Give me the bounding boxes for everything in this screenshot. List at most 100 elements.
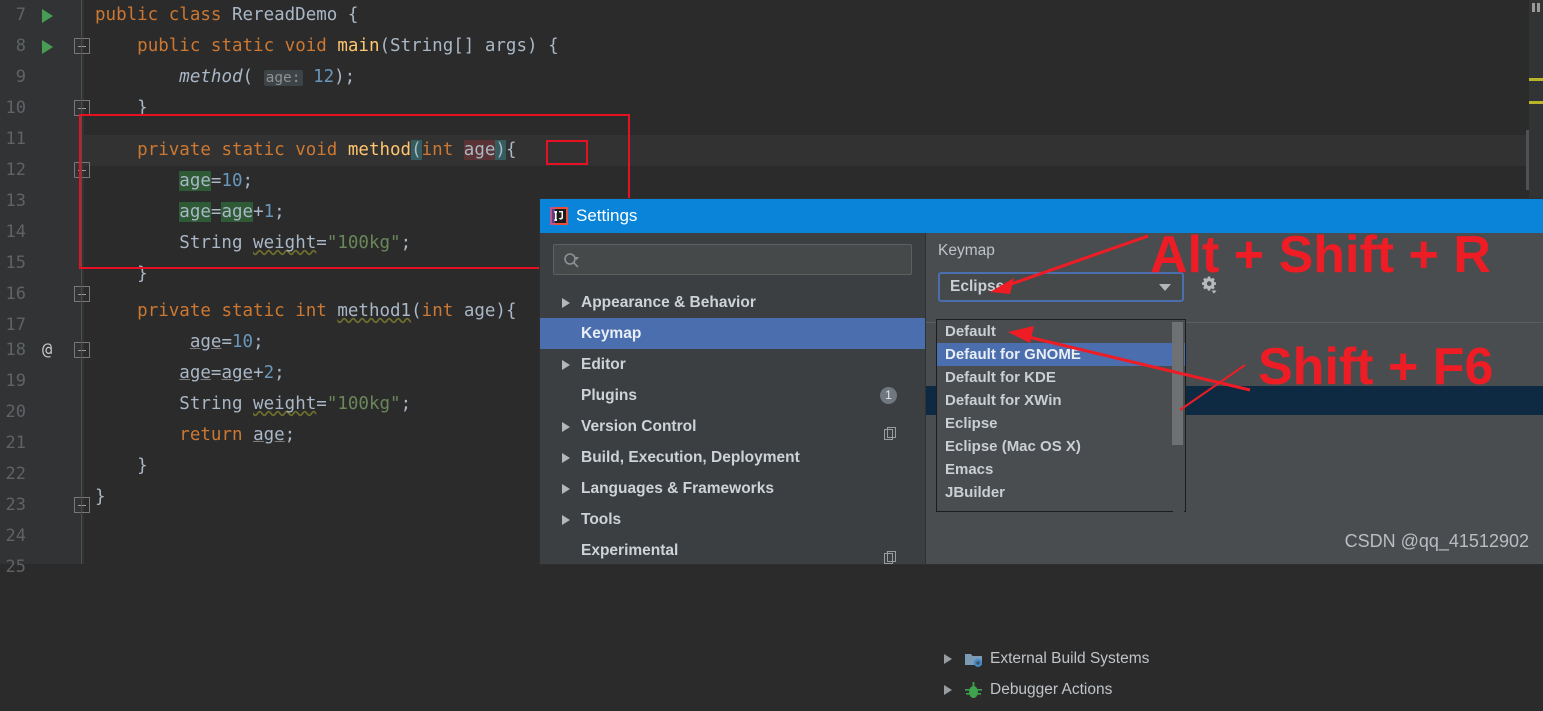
sidebar-item-version-control[interactable]: Version Control (540, 411, 925, 442)
sidebar-item-label: Languages & Frameworks (581, 480, 774, 497)
code-line-24: } (95, 487, 106, 507)
copy-settings-icon[interactable] (884, 544, 897, 564)
dropdown-option-emacs[interactable]: Emacs (937, 458, 1185, 481)
fold-expand-icon[interactable] (74, 38, 90, 54)
line-number: 23 (5, 495, 26, 515)
gutter-line-23[interactable]: 23 (0, 490, 90, 521)
settings-sidebar[interactable]: Appearance & Behavior Keymap Editor Plugins… (540, 233, 925, 564)
gutter-line-7[interactable]: 7 (0, 0, 84, 31)
line-number: 18 (5, 340, 26, 360)
gutter-line-18[interactable]: 18 @ (0, 335, 90, 366)
action-group-debugger-actions[interactable]: Debugger Actions (926, 674, 1543, 705)
sidebar-item-plugins[interactable]: Plugins 1 (540, 380, 925, 411)
dialog-title: Settings (576, 206, 638, 225)
run-gutter-icon[interactable] (42, 40, 53, 54)
search-input[interactable] (588, 245, 902, 276)
gutter-line-13[interactable]: 13 (0, 186, 84, 217)
dropdown-options[interactable]: Default Default for GNOME Default for KDE D… (937, 320, 1185, 504)
gutter-line-19[interactable]: 19 (0, 366, 84, 397)
chevron-right-icon[interactable] (562, 298, 570, 308)
scroll-markers-icon (1530, 3, 1542, 12)
chevron-right-icon[interactable] (562, 360, 570, 370)
dropdown-option-eclipse-mac-os-x[interactable]: Eclipse (Mac OS X) (937, 435, 1185, 458)
fold-rail (81, 0, 82, 564)
code-line-22: return age; (179, 425, 296, 445)
dropdown-scrollbar-track[interactable] (1172, 321, 1184, 512)
line-number: 21 (5, 433, 26, 453)
ide-screenshot-root: 7 8 9 10 11 12 13 14 15 16 17 18 @19 20 21 22 23 24 25 pub… (0, 0, 1543, 698)
dropdown-option-default[interactable]: Default (937, 320, 1185, 343)
gutter-line-22[interactable]: 22 (0, 459, 84, 490)
sidebar-item-label: Version Control (581, 418, 697, 435)
keymap-heading: Keymap (938, 242, 995, 259)
dropdown-option-jbuilder[interactable]: JBuilder (937, 481, 1185, 504)
line-number: 20 (5, 402, 26, 422)
search-icon (563, 252, 580, 269)
warning-marker[interactable] (1529, 78, 1543, 81)
chevron-right-icon[interactable] (562, 515, 570, 525)
dropdown-option-default-for-xwin[interactable]: Default for XWin (937, 389, 1185, 412)
plugin-update-badge: 1 (880, 387, 897, 404)
action-group-external-build-systems[interactable]: External Build Systems (926, 643, 1543, 674)
keymap-dropdown-list[interactable]: Default Default for GNOME Default for KDE D… (936, 319, 1186, 512)
gutter-line-24[interactable]: 24 (0, 521, 84, 552)
fold-collapse-icon[interactable] (74, 497, 90, 513)
keymap-combobox-value: Eclipse (950, 278, 1005, 295)
copy-settings-icon[interactable] (884, 420, 897, 440)
gutter-line-20[interactable]: 20 (0, 397, 84, 428)
dropdown-option-default-for-kde[interactable]: Default for KDE (937, 366, 1185, 389)
settings-search-box[interactable] (553, 244, 912, 276)
line-number: 14 (5, 222, 26, 242)
line-number: 8 (15, 36, 26, 56)
fold-collapse-icon[interactable] (74, 286, 90, 302)
settings-category-tree[interactable]: Appearance & Behavior Keymap Editor Plugins… (540, 287, 925, 566)
sidebar-item-build-execution-deployment[interactable]: Build, Execution, Deployment (540, 442, 925, 473)
keymap-combobox[interactable]: Eclipse (938, 272, 1184, 302)
watermark: CSDN @qq_41512902 (1344, 531, 1529, 551)
fold-expand-icon[interactable] (74, 342, 90, 358)
run-gutter-icon[interactable] (42, 9, 53, 23)
override-marker-icon[interactable]: @ (42, 335, 52, 366)
line-number: 25 (5, 557, 26, 577)
warning-marker[interactable] (1529, 101, 1543, 104)
gutter-line-15[interactable]: 15 (0, 248, 84, 279)
sidebar-item-appearance-behavior[interactable]: Appearance & Behavior (540, 287, 925, 318)
line-number: 24 (5, 526, 26, 546)
gutter-line-25[interactable]: 25 (0, 552, 84, 583)
gutter-line-14[interactable]: 14 (0, 217, 84, 248)
vertical-scrollbar-thumb[interactable] (1526, 130, 1529, 190)
action-group-label: External Build Systems (990, 650, 1150, 667)
dropdown-option-default-for-gnome[interactable]: Default for GNOME (937, 343, 1185, 366)
sidebar-item-languages-frameworks[interactable]: Languages & Frameworks (540, 473, 925, 504)
chevron-right-icon[interactable] (562, 422, 570, 432)
chevron-right-icon[interactable] (562, 484, 570, 494)
line-number: 16 (5, 284, 26, 304)
sidebar-item-tools[interactable]: Tools (540, 504, 925, 535)
sidebar-item-experimental[interactable]: Experimental (540, 535, 925, 566)
gutter-line-21[interactable]: 21 (0, 428, 84, 459)
sidebar-item-label: Editor (581, 356, 626, 373)
gutter-line-10[interactable]: 10 (0, 93, 90, 124)
intellij-logo-icon (550, 207, 568, 225)
gutter-line-8[interactable]: 8 (0, 31, 90, 62)
line-number: 11 (5, 129, 26, 149)
line-number: 22 (5, 464, 26, 484)
annotation-alt-shift-r: Alt + Shift + R (1150, 226, 1491, 284)
line-number: 9 (15, 67, 26, 87)
sidebar-item-label: Plugins (581, 387, 637, 404)
chevron-right-icon[interactable] (944, 685, 952, 695)
gutter-line-16[interactable]: 16 (0, 279, 90, 310)
sidebar-item-editor[interactable]: Editor (540, 349, 925, 380)
gutter-line-12[interactable]: 12 (0, 155, 90, 186)
gutter-line-9[interactable]: 9 (0, 62, 84, 93)
chevron-right-icon[interactable] (562, 453, 570, 463)
sidebar-item-keymap[interactable]: Keymap (540, 318, 925, 349)
gutter-line-11[interactable]: 11 (0, 124, 84, 155)
chevron-right-icon[interactable] (944, 654, 952, 664)
line-number: 19 (5, 371, 26, 391)
dropdown-scrollbar-thumb[interactable] (1172, 322, 1183, 445)
annotation-shift-f6: Shift + F6 (1258, 338, 1494, 396)
editor-gutter[interactable]: 7 8 9 10 11 12 13 14 15 16 17 18 @19 20 21 22 23 24 25 (0, 0, 90, 577)
chevron-down-icon (1159, 284, 1171, 291)
dropdown-option-eclipse[interactable]: Eclipse (937, 412, 1185, 435)
